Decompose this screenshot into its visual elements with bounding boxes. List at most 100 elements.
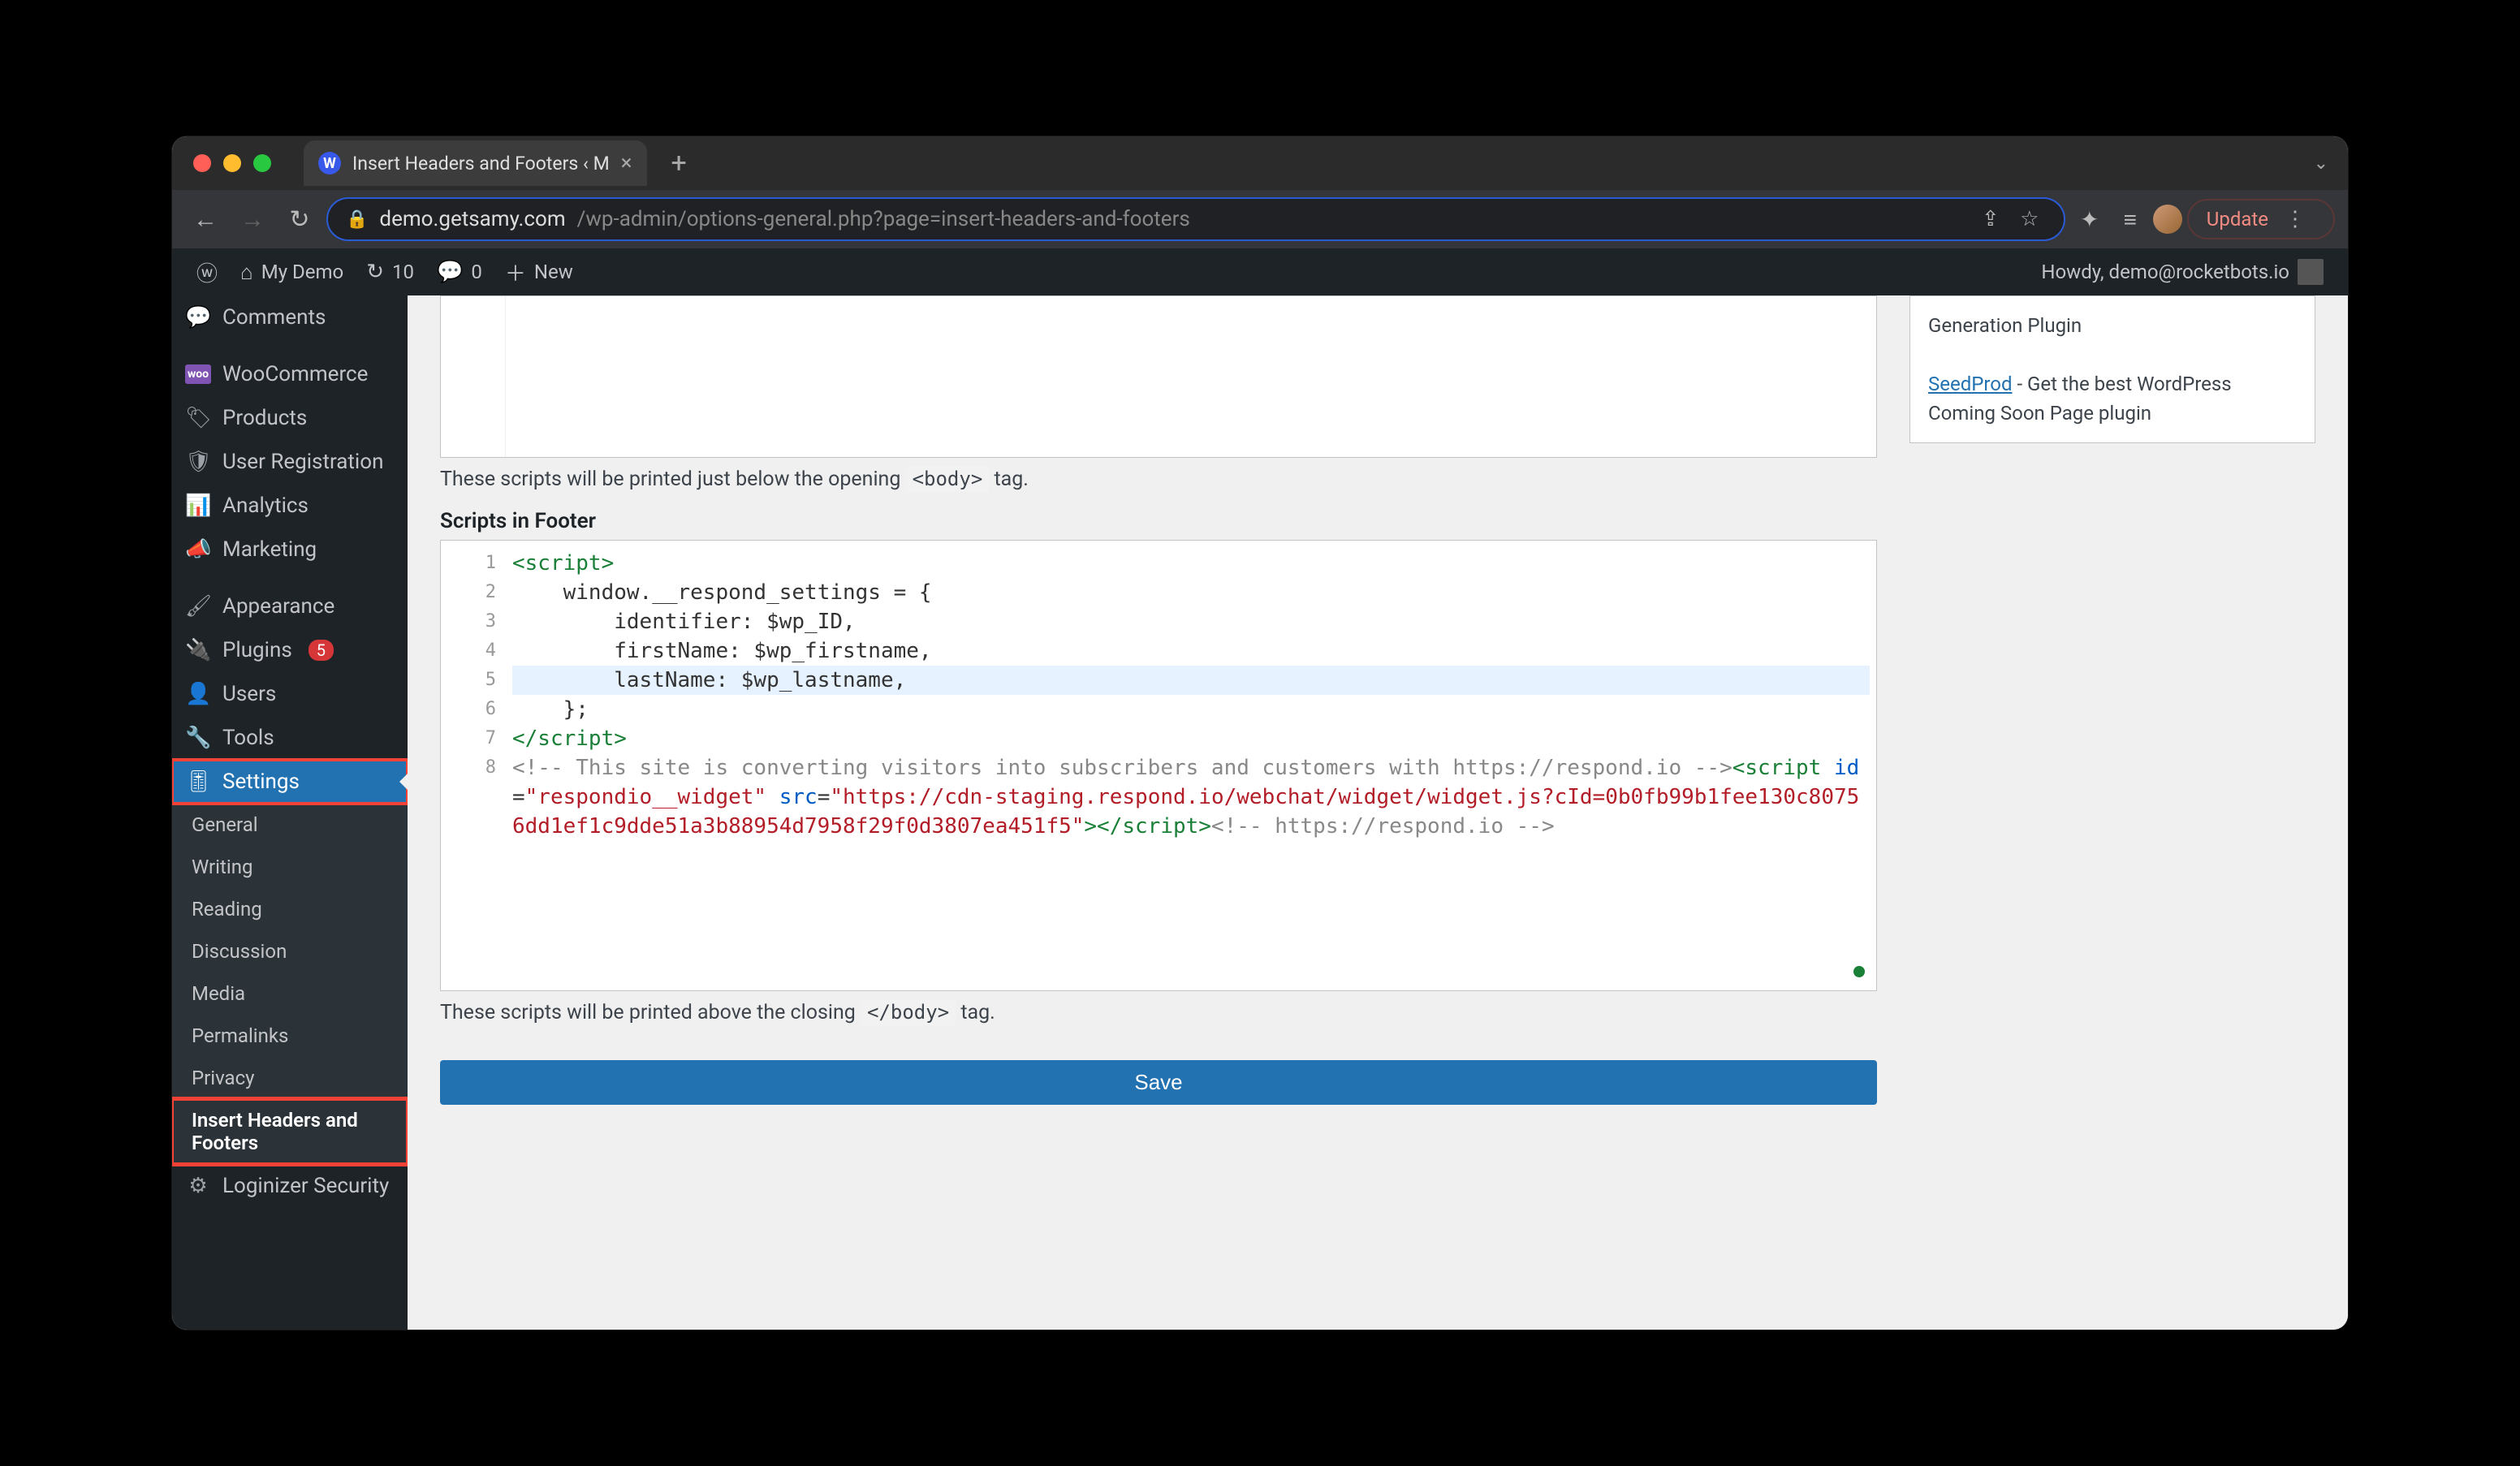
sidebar-item-tools[interactable]: 🔧Tools xyxy=(172,716,408,760)
code-line: </script> xyxy=(512,724,1870,753)
bookmark-icon[interactable]: ☆ xyxy=(2013,207,2046,231)
code-line: }; xyxy=(512,695,1870,724)
sidebar-item-woocommerce[interactable]: woo WooCommerce xyxy=(172,352,408,396)
sidebar-item-marketing[interactable]: 📣 Marketing xyxy=(172,528,408,571)
sidebar-item-analytics[interactable]: 📊Analytics xyxy=(172,484,408,528)
browser-window: W Insert Headers and Footers ‹ M × + ⌄ ←… xyxy=(172,136,2348,1330)
scripts-in-footer-editor[interactable]: 12345678 <script> window.__respond_setti… xyxy=(440,540,1877,991)
sidebar-item-user-registration[interactable]: 🛡 User Registration xyxy=(172,440,408,484)
close-tab-button[interactable]: × xyxy=(621,151,632,175)
updates-menu[interactable]: ↻10 xyxy=(355,248,425,295)
updates-icon: ↻ xyxy=(366,260,384,284)
active-arrow-icon xyxy=(399,772,408,791)
chrome-nav-bar: ← → ↻ 🔒 demo.getsamy.com/wp-admin/option… xyxy=(172,190,2348,248)
maximize-window-button[interactable] xyxy=(253,154,271,172)
submenu-item-general[interactable]: General xyxy=(172,804,408,846)
status-dot-icon xyxy=(1853,966,1865,977)
sidebar-item-label: Settings xyxy=(222,770,300,794)
window-controls xyxy=(183,154,271,172)
submenu-item-media[interactable]: Media xyxy=(172,972,408,1015)
kebab-icon: ⋮ xyxy=(2275,207,2315,231)
side-widget: Generation Plugin SeedProd - Get the bes… xyxy=(1909,295,2315,443)
address-bar[interactable]: 🔒 demo.getsamy.com/wp-admin/options-gene… xyxy=(326,197,2065,241)
browser-update-button[interactable]: Update⋮ xyxy=(2187,199,2335,239)
sidebar-item-appearance[interactable]: 🖌 Appearance xyxy=(172,584,408,628)
minimize-window-button[interactable] xyxy=(223,154,241,172)
tab-list-button[interactable]: ⌄ xyxy=(2306,153,2337,174)
forward-button[interactable]: → xyxy=(232,199,273,239)
extensions-icon[interactable]: ✦ xyxy=(2072,201,2108,237)
footer-help-text: These scripts will be printed above the … xyxy=(440,1001,1877,1024)
menu-icon: 🔧 xyxy=(185,726,211,750)
reload-button[interactable]: ↻ xyxy=(279,199,320,239)
menu-icon: 👤 xyxy=(185,682,211,706)
howdy-account-menu[interactable]: Howdy, demo@rocketbots.io xyxy=(2030,259,2335,285)
sidebar-item-label: Plugins xyxy=(222,638,292,662)
comments-menu[interactable]: 💬0 xyxy=(425,248,494,295)
new-tab-button[interactable]: + xyxy=(647,147,711,179)
new-content-menu[interactable]: ＋New xyxy=(494,248,585,295)
admin-menu: 💬 Comments woo WooCommerce 🏷Products 🛡 User Re… xyxy=(172,295,408,1330)
sidebar-item-users[interactable]: 👤 Users xyxy=(172,672,408,716)
wordpress-icon: ⓦ xyxy=(196,257,218,287)
submenu-item-privacy[interactable]: Privacy xyxy=(172,1057,408,1099)
sidebar-item-label: User Registration xyxy=(222,450,383,474)
plus-icon: ＋ xyxy=(505,257,526,287)
sidebar-item-settings[interactable]: 🎚Settings xyxy=(172,760,408,804)
browser-tab[interactable]: W Insert Headers and Footers ‹ M × xyxy=(304,140,647,186)
wp-logo-menu[interactable]: ⓦ xyxy=(185,248,229,295)
save-button[interactable]: Save xyxy=(440,1060,1877,1105)
menu-icon: 🛡 xyxy=(185,450,211,474)
code-line: window.__respond_settings = { xyxy=(512,578,1870,607)
footer-section-label: Scripts in Footer xyxy=(440,509,1877,533)
sidebar-item-label: Products xyxy=(222,406,307,430)
tab-title: Insert Headers and Footers ‹ M xyxy=(352,153,610,175)
sidebar-item-loginizer-security[interactable]: ⚙ Loginizer Security xyxy=(172,1164,408,1208)
lock-icon: 🔒 xyxy=(346,209,368,230)
sidebar-item-label: WooCommerce xyxy=(222,362,368,386)
code-line: firstName: $wp_firstname, xyxy=(512,636,1870,666)
back-button[interactable]: ← xyxy=(185,199,226,239)
code-line: identifier: $wp_ID, xyxy=(512,607,1870,636)
body-help-text: These scripts will be printed just below… xyxy=(440,468,1877,491)
sidebar-item-plugins[interactable]: 🔌 Plugins 5 xyxy=(172,628,408,672)
line-gutter: 12345678 xyxy=(441,541,506,990)
submenu-item-writing[interactable]: Writing xyxy=(172,846,408,888)
sidebar-item-label: Analytics xyxy=(222,494,309,518)
menu-icon: ⚙ xyxy=(185,1174,211,1198)
home-icon: ⌂ xyxy=(240,260,253,285)
chrome-tab-bar: W Insert Headers and Footers ‹ M × + ⌄ xyxy=(172,136,2348,190)
code-line: lastName: $wp_lastname, xyxy=(512,666,1870,695)
site-name-menu[interactable]: ⌂My Demo xyxy=(229,248,355,295)
sidebar-item-products[interactable]: 🏷Products xyxy=(172,396,408,440)
sidebar-item-label: Appearance xyxy=(222,594,334,619)
submenu-item-reading[interactable]: Reading xyxy=(172,888,408,930)
submenu-item-discussion[interactable]: Discussion xyxy=(172,930,408,972)
code-line: <!-- This site is converting visitors in… xyxy=(512,753,1870,841)
sidebar-item-label: Loginizer Security xyxy=(222,1174,389,1198)
sidebar-item-label: Marketing xyxy=(222,537,317,562)
reading-list-icon[interactable]: ≡ xyxy=(2112,201,2148,237)
scripts-in-body-editor[interactable] xyxy=(440,295,1877,458)
comment-icon: 💬 xyxy=(437,260,463,284)
seedprod-link[interactable]: SeedProd xyxy=(1928,373,2013,395)
share-icon[interactable]: ⇪ xyxy=(1974,207,2007,231)
profile-avatar[interactable] xyxy=(2153,205,2182,234)
url-path: /wp-admin/options-general.php?page=inser… xyxy=(577,207,1190,231)
menu-icon: 🔌 xyxy=(185,638,211,662)
menu-icon: 🖌 xyxy=(185,594,211,619)
submenu-item-insert-headers-and-footers[interactable]: Insert Headers and Footers xyxy=(172,1099,408,1164)
sidebar-item-comments[interactable]: 💬 Comments xyxy=(172,295,408,339)
code-content: <script> window.__respond_settings = { i… xyxy=(506,541,1876,990)
submenu-item-permalinks[interactable]: Permalinks xyxy=(172,1015,408,1057)
sidebar-item-label: Users xyxy=(222,682,276,706)
count-badge: 5 xyxy=(309,640,334,661)
woocommerce-icon: woo xyxy=(185,364,211,384)
wp-admin-bar: ⓦ ⌂My Demo ↻10 💬0 ＋New Howdy, demo@rocke… xyxy=(172,248,2348,295)
close-window-button[interactable] xyxy=(193,154,211,172)
code-line: <script> xyxy=(512,549,1870,578)
url-host: demo.getsamy.com xyxy=(379,207,565,231)
menu-icon: 📣 xyxy=(185,537,211,562)
sidebar-item-label: Comments xyxy=(222,305,326,330)
menu-icon: 💬 xyxy=(185,305,211,330)
